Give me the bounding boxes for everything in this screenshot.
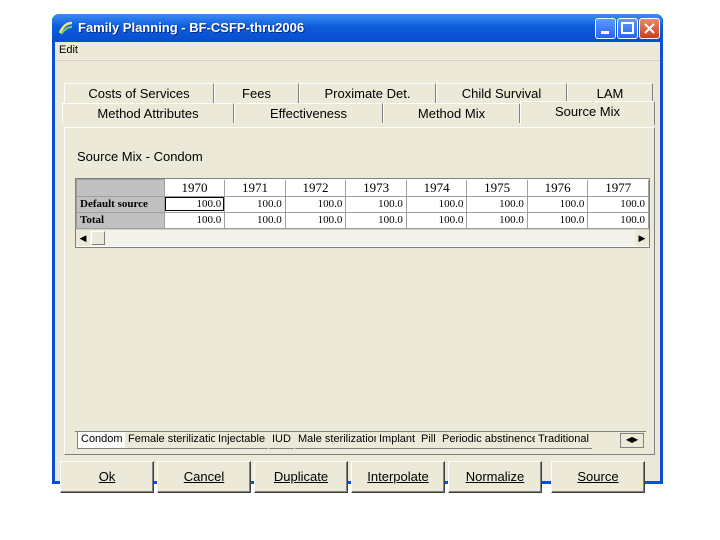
duplicate-button[interactable]: Duplicate	[254, 461, 348, 493]
year-header: 1970	[163, 179, 226, 197]
scroll-left-icon[interactable]: ◀	[76, 230, 90, 246]
interpolate-button[interactable]: Interpolate	[351, 461, 445, 493]
tab-source-mix[interactable]: Source Mix	[520, 101, 655, 125]
grid-cell: 100.0	[224, 211, 286, 229]
grid-cell[interactable]: 100.0	[526, 195, 589, 213]
close-button[interactable]	[639, 18, 660, 39]
grid-cell: 100.0	[345, 211, 407, 229]
tab-lam[interactable]: LAM	[567, 83, 653, 103]
app-icon	[58, 21, 73, 35]
grid-cell[interactable]: 100.0	[587, 195, 649, 213]
year-header: 1972	[284, 179, 347, 197]
source-button[interactable]: Source	[551, 461, 645, 493]
method-tabs: Condom Female sterilization Injectable I…	[75, 431, 646, 450]
app-window: Family Planning - BF-CSFP-thru2006 Edit …	[52, 14, 663, 493]
table-row: Default source 100.0 100.0 100.0 100.0 1…	[76, 195, 649, 213]
scroll-thumb[interactable]	[91, 231, 105, 245]
year-header: 1971	[224, 179, 286, 197]
row-label: Total	[76, 211, 165, 229]
grid-cell[interactable]: 100.0	[345, 195, 407, 213]
close-icon	[644, 23, 655, 34]
maximize-icon	[621, 22, 634, 34]
table-row: Total 100.0 100.0 100.0 100.0 100.0 100.…	[76, 211, 649, 229]
tab-fees[interactable]: Fees	[214, 83, 299, 103]
grid-cell[interactable]: 100.0	[163, 195, 226, 213]
scroll-right-icon[interactable]: ▶	[635, 230, 649, 246]
method-tab-implant[interactable]: Implant	[376, 432, 419, 449]
source-mix-grid[interactable]: 1970 1971 1972 1973 1974 1975 1976 1977 …	[75, 178, 650, 248]
grid-cell: 100.0	[587, 211, 649, 229]
grid-cell[interactable]: 100.0	[284, 195, 347, 213]
grid-cell[interactable]: 100.0	[466, 195, 528, 213]
menu-bar: Edit	[55, 42, 660, 61]
method-tab-periodic-abstinence[interactable]: Periodic abstinence	[439, 432, 542, 449]
grid-cell: 100.0	[405, 211, 468, 229]
tab-costs-of-services[interactable]: Costs of Services	[64, 83, 214, 103]
section-title: Source Mix - Condom	[77, 149, 203, 164]
tab-effectiveness[interactable]: Effectiveness	[234, 103, 383, 123]
minimize-icon	[601, 31, 609, 34]
cancel-button[interactable]: Cancel	[157, 461, 251, 493]
client-area: Edit Costs of Services Fees Proximate De…	[55, 42, 660, 493]
grid-cell: 100.0	[526, 211, 589, 229]
grid-header-row: 1970 1971 1972 1973 1974 1975 1976 1977	[76, 179, 649, 197]
year-header: 1976	[526, 179, 589, 197]
title-bar[interactable]: Family Planning - BF-CSFP-thru2006	[52, 14, 663, 42]
method-tab-female-sterilization[interactable]: Female sterilization	[125, 432, 226, 449]
grid-cell[interactable]: 100.0	[224, 195, 286, 213]
method-tab-traditional[interactable]: Traditional	[535, 432, 592, 449]
year-header: 1974	[405, 179, 468, 197]
method-tab-iud[interactable]: IUD	[269, 432, 294, 449]
grid-corner	[76, 179, 165, 197]
tab-method-attributes[interactable]: Method Attributes	[62, 103, 234, 123]
tab-proximate-det[interactable]: Proximate Det.	[299, 83, 436, 103]
year-header: 1977	[587, 179, 649, 197]
method-tab-pill[interactable]: Pill	[418, 432, 439, 449]
grid-cell[interactable]: 100.0	[405, 195, 468, 213]
year-header: 1975	[466, 179, 528, 197]
normalize-button[interactable]: Normalize	[448, 461, 542, 493]
tab-child-survival[interactable]: Child Survival	[436, 83, 567, 103]
method-tab-male-sterilization[interactable]: Male sterilization	[295, 432, 383, 449]
ok-button[interactable]: Ok	[60, 461, 154, 493]
year-header: 1973	[345, 179, 407, 197]
method-tab-injectable[interactable]: Injectable	[215, 432, 269, 449]
source-mix-panel: Source Mix - Condom 1970 1971 1972 1973 …	[64, 127, 655, 455]
grid-cell: 100.0	[466, 211, 528, 229]
window-title: Family Planning - BF-CSFP-thru2006	[78, 20, 305, 35]
grid-cell: 100.0	[163, 211, 226, 229]
maximize-button[interactable]	[617, 18, 638, 39]
method-tab-condom[interactable]: Condom	[77, 432, 127, 449]
grid-cell: 100.0	[284, 211, 347, 229]
menu-edit[interactable]: Edit	[59, 44, 78, 56]
tab-scroll-arrows-icon[interactable]: ◀▶	[620, 433, 644, 448]
minimize-button[interactable]	[595, 18, 616, 39]
row-label: Default source	[76, 195, 165, 213]
horizontal-scrollbar[interactable]: ◀ ▶	[76, 229, 649, 246]
tab-method-mix[interactable]: Method Mix	[383, 103, 520, 123]
